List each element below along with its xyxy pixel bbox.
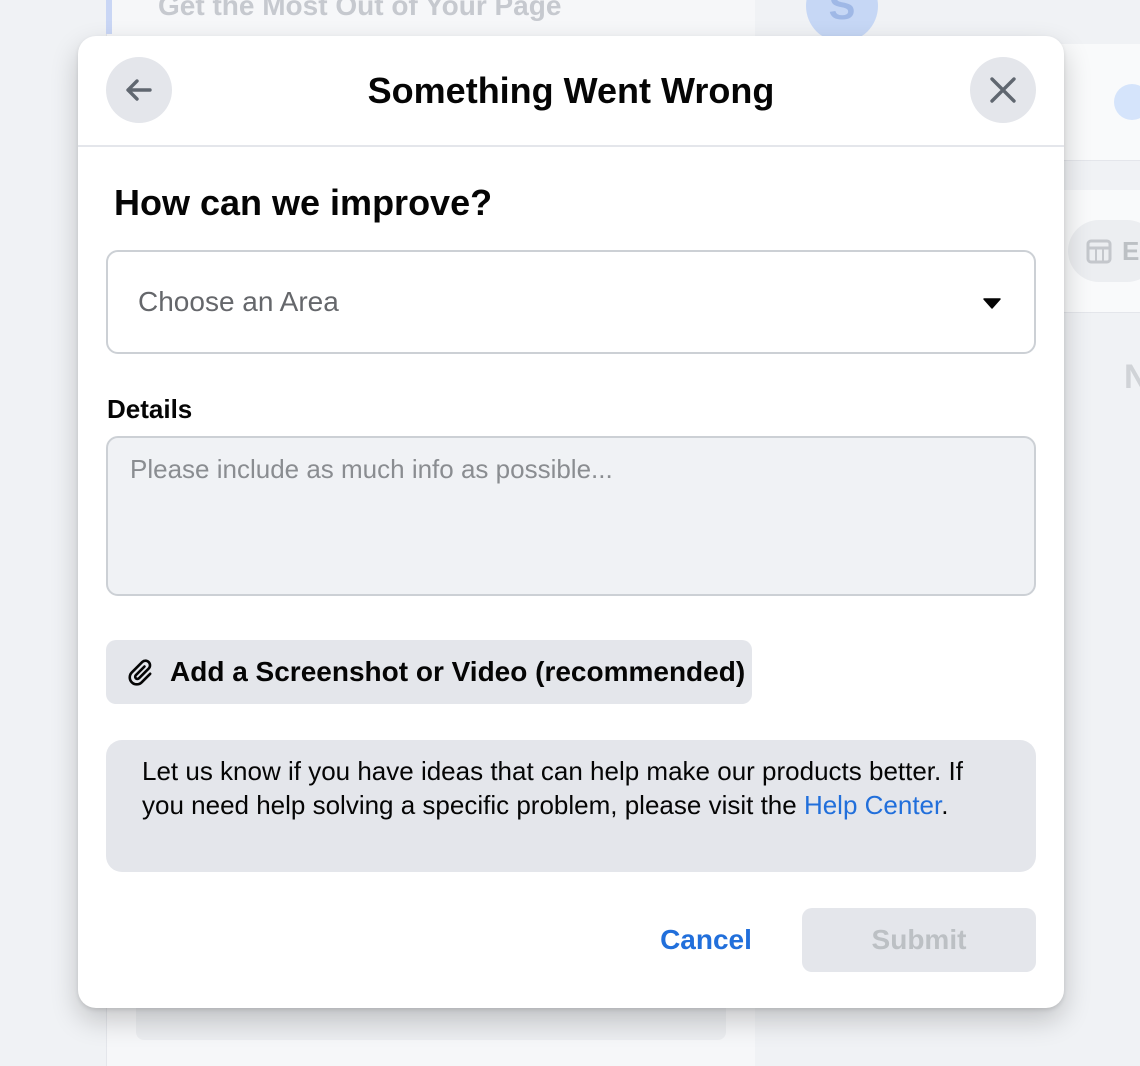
calendar-icon — [1086, 239, 1112, 264]
paperclip-icon — [128, 659, 152, 686]
info-notice: Let us know if you have ideas that can h… — [106, 740, 1036, 872]
background-letter: N — [1124, 358, 1140, 396]
dialog-header: Something Went Wrong — [78, 36, 1064, 147]
close-icon — [990, 77, 1016, 103]
area-select[interactable]: Choose an Area — [106, 250, 1036, 354]
info-text-end: . — [941, 790, 949, 820]
form-heading: How can we improve? — [114, 182, 493, 223]
add-screenshot-label: Add a Screenshot or Video (recommended) — [170, 656, 746, 687]
dialog-title: Something Went Wrong — [367, 70, 775, 111]
close-button[interactable] — [970, 57, 1036, 123]
details-textarea[interactable] — [106, 436, 1036, 596]
background-pill-button: E — [1068, 220, 1140, 282]
caret-down-icon — [983, 298, 1001, 309]
cancel-button[interactable]: Cancel — [644, 908, 768, 972]
help-center-link[interactable]: Help Center — [804, 790, 941, 820]
details-label: Details — [107, 394, 193, 424]
add-screenshot-button[interactable]: Add a Screenshot or Video (recommended) — [106, 640, 752, 704]
feedback-dialog: Something Went Wrong How can we improve?… — [78, 36, 1064, 1008]
background-accent-bar — [106, 0, 112, 34]
submit-button[interactable]: Submit — [802, 908, 1036, 972]
background-pill-label: E — [1122, 235, 1140, 266]
background-heading: Get the Most Out of Your Page — [158, 0, 562, 21]
area-select-value: Choose an Area — [138, 286, 339, 317]
